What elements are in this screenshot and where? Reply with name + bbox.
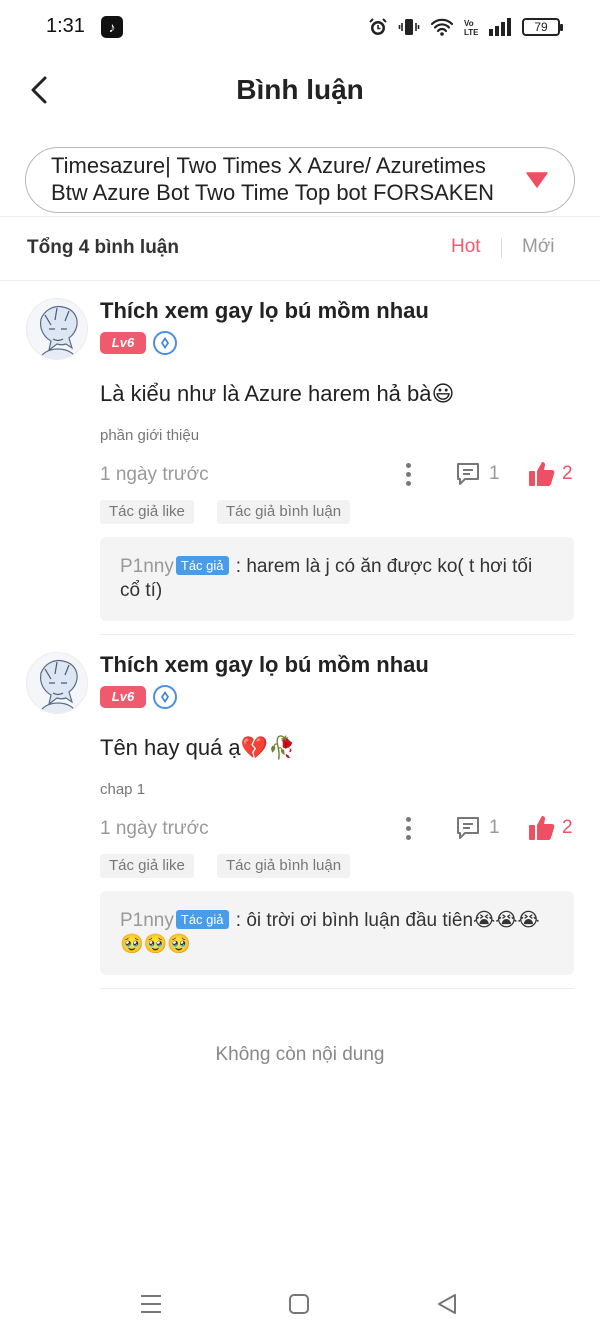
avatar[interactable]: [26, 298, 88, 360]
author-liked-tag: Tác giả like: [100, 500, 194, 524]
battery-icon: 79: [522, 18, 563, 36]
comment-chapter: phần giới thiệu: [100, 427, 200, 444]
rank-badge-icon: [153, 685, 177, 709]
chapter-selector-text: Timesazure| Two Times X Azure/ Azuretime…: [51, 153, 495, 205]
comment-icon: [457, 463, 479, 485]
comment-icon: [457, 817, 479, 839]
avatar-image: [39, 305, 78, 359]
author-liked-tag: Tác giả like: [100, 854, 194, 878]
end-of-list-message: Không còn nội dung: [215, 1044, 385, 1065]
status-icons: Vo LTE 79: [368, 14, 563, 40]
reply-count: 1: [489, 463, 500, 484]
level-badge: Lv6: [100, 686, 146, 708]
comment-username[interactable]: Thích xem gay lọ bú mồm nhau: [100, 298, 429, 324]
page-title: Bình luận: [236, 74, 364, 105]
author-commented-tag: Tác giả bình luận: [217, 500, 351, 524]
home-button[interactable]: [279, 1289, 319, 1319]
recent-apps-button[interactable]: [131, 1289, 171, 1319]
divider: [0, 216, 600, 217]
system-back-button[interactable]: [427, 1289, 467, 1319]
status-bar: 1:31 ♪ Vo LTE 79: [0, 0, 600, 56]
comment-text: Là kiểu như là Azure harem hả bà😃: [100, 381, 455, 406]
comment-chapter: chap 1: [100, 781, 146, 798]
total-comment-count: Tổng 4 bình luận: [27, 237, 179, 258]
back-triangle-icon: [438, 1294, 456, 1314]
more-options-button[interactable]: [398, 459, 418, 489]
thumbs-up-icon: [529, 816, 555, 840]
chapter-selector[interactable]: Timesazure| Two Times X Azure/ Azuretime…: [25, 147, 575, 213]
comment-text: Tên hay quá ạ💔🥀: [100, 735, 296, 760]
comment-list-header: Tổng 4 bình luận Hot Mới: [0, 224, 600, 274]
comment-time: 1 ngày trước: [100, 818, 209, 839]
avatar[interactable]: [26, 652, 88, 714]
sort-new-tab[interactable]: Mới: [522, 236, 555, 258]
tiktok-notification-icon: ♪: [101, 16, 123, 38]
volte-icon: VoLTE: [464, 19, 478, 37]
author-reply-box[interactable]: P1nny Tác giả : harem là j có ăn được ko(…: [100, 537, 574, 621]
thumbs-up-icon: [529, 462, 555, 486]
wifi-icon: [430, 18, 454, 36]
svg-text:Vo: Vo: [464, 19, 474, 28]
like-button[interactable]: 2: [528, 813, 573, 843]
comment-time: 1 ngày trước: [100, 464, 209, 485]
reply-count: 1: [489, 817, 500, 838]
level-badge: Lv6: [100, 332, 146, 354]
more-options-button[interactable]: [398, 813, 418, 843]
reply-button[interactable]: 1: [455, 813, 500, 843]
svg-text:LTE: LTE: [464, 28, 478, 37]
alarm-icon: [369, 18, 387, 35]
home-square-icon: [289, 1294, 309, 1314]
author-badge: Tác giả: [175, 910, 229, 929]
avatar-image: [39, 659, 78, 713]
divider: [100, 634, 574, 635]
divider: [0, 280, 600, 281]
reply-author: P1nny: [120, 910, 174, 931]
reply-author: P1nny: [120, 556, 174, 577]
menu-icon: [141, 1295, 161, 1313]
like-count: 2: [562, 817, 573, 838]
status-time: 1:31: [46, 15, 85, 37]
author-commented-tag: Tác giả bình luận: [217, 854, 351, 878]
divider: [100, 988, 574, 989]
header: Bình luận: [0, 60, 600, 122]
like-button[interactable]: 2: [528, 459, 573, 489]
sort-hot-tab[interactable]: Hot: [451, 236, 481, 258]
system-nav-bar: [0, 1263, 600, 1343]
author-reply-box[interactable]: P1nny Tác giả : ôi trời ơi bình luận đầu …: [100, 891, 574, 975]
author-badge: Tác giả: [175, 556, 229, 575]
rank-badge-icon: [153, 331, 177, 355]
vibrate-icon: [398, 19, 420, 35]
dropdown-triangle-icon: [526, 172, 548, 188]
comment-username[interactable]: Thích xem gay lọ bú mồm nhau: [100, 652, 429, 678]
sort-separator: [501, 238, 502, 258]
reply-button[interactable]: 1: [455, 459, 500, 489]
signal-icon: [489, 18, 511, 36]
like-count: 2: [562, 463, 573, 484]
